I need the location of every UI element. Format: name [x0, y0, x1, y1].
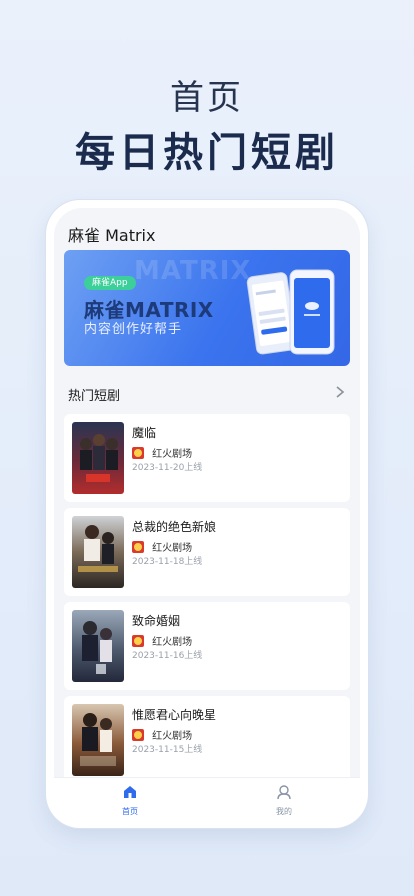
- drama-date: 2023-11-15上线: [132, 745, 203, 755]
- section-header[interactable]: 热门短剧: [64, 378, 350, 408]
- home-icon: [124, 786, 136, 798]
- phone-frame: 麻雀 Matrix MATRIX 麻雀App 麻雀MATRIX 内容创作好帮手: [46, 200, 368, 828]
- drama-title: 惟愿君心向晚星: [132, 708, 217, 722]
- drama-source: 红火剧场: [132, 630, 192, 648]
- tab-mine[interactable]: 我的: [254, 784, 314, 817]
- drama-list: 魔临 红火剧场 2023-11-20上线 总裁的绝色新娘 红火剧场 2023-1…: [64, 414, 350, 790]
- drama-date: 2023-11-18上线: [132, 557, 203, 567]
- drama-source: 红火剧场: [132, 724, 192, 742]
- chevron-right-icon[interactable]: [334, 385, 346, 399]
- promo-banner[interactable]: MATRIX 麻雀App 麻雀MATRIX 内容创作好帮手: [64, 250, 350, 366]
- phones-illustration: [246, 269, 335, 355]
- drama-poster: [72, 516, 124, 588]
- drama-card[interactable]: 致命婚姻 红火剧场 2023-11-16上线: [64, 602, 350, 690]
- drama-card[interactable]: 魔临 红火剧场 2023-11-20上线: [64, 414, 350, 502]
- drama-source: 红火剧场: [132, 442, 192, 460]
- theater-logo-icon: [132, 446, 144, 459]
- drama-date: 2023-11-16上线: [132, 651, 203, 661]
- theater-logo-icon: [132, 634, 144, 647]
- theater-logo-icon: [132, 728, 144, 741]
- drama-card[interactable]: 总裁的绝色新娘 红火剧场 2023-11-18上线: [64, 508, 350, 596]
- banner-pill: 麻雀App: [84, 276, 136, 290]
- drama-poster: [72, 610, 124, 682]
- profile-icon: [277, 785, 291, 800]
- drama-card[interactable]: 惟愿君心向晚星 红火剧场 2023-11-15上线: [64, 696, 350, 784]
- drama-source: 红火剧场: [132, 536, 192, 554]
- banner-subtitle: 内容创作好帮手: [84, 322, 183, 337]
- tab-home-label: 首页: [122, 807, 138, 816]
- app-screen: 麻雀 Matrix MATRIX 麻雀App 麻雀MATRIX 内容创作好帮手: [54, 208, 360, 820]
- tab-bar: 首页 我的: [54, 777, 360, 820]
- drama-poster: [72, 422, 124, 494]
- drama-title: 魔临: [132, 426, 157, 440]
- tab-home[interactable]: 首页: [100, 784, 160, 817]
- theater-logo-icon: [132, 540, 144, 553]
- hero-subtitle: 首页: [170, 78, 244, 118]
- drama-title: 致命婚姻: [132, 614, 181, 628]
- drama-title: 总裁的绝色新娘: [132, 520, 217, 534]
- app-title: 麻雀 Matrix: [68, 226, 156, 245]
- hero-title: 每日热门短剧: [75, 130, 339, 176]
- drama-poster: [72, 704, 124, 776]
- tab-mine-label: 我的: [276, 807, 292, 816]
- section-title: 热门短剧: [68, 389, 121, 404]
- drama-date: 2023-11-20上线: [132, 463, 203, 473]
